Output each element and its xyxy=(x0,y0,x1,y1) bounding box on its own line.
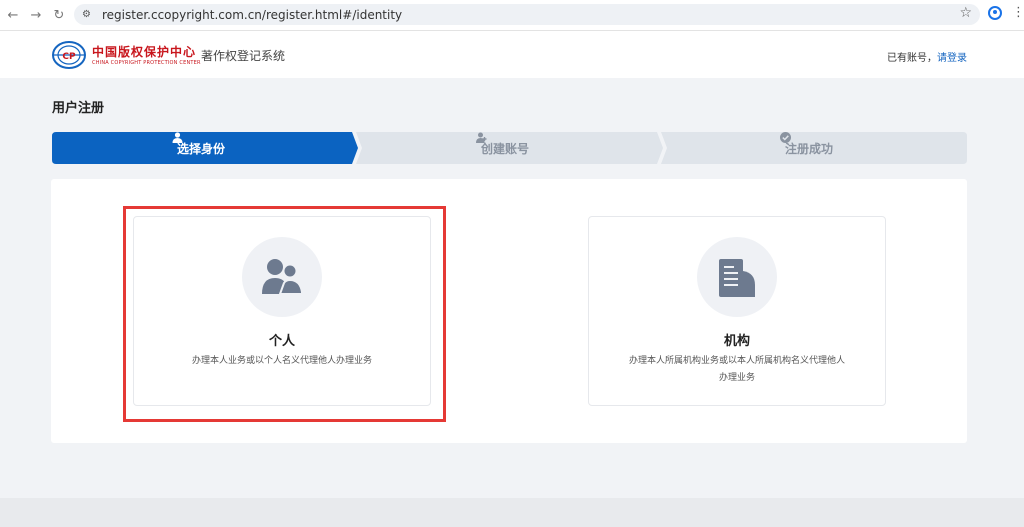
card-organization[interactable]: 机构 办理本人所属机构业务或以本人所属机构名义代理他人 办理业务 xyxy=(588,216,886,406)
footer-band xyxy=(0,498,1024,527)
card-description: 办理本人所属机构业务或以本人所属机构名义代理他人 办理业务 xyxy=(609,353,865,387)
has-account-text: 已有账号， xyxy=(887,53,937,64)
card-description-line: 办理业务 xyxy=(718,373,755,383)
back-icon[interactable]: ← xyxy=(3,5,23,25)
site-info-icon[interactable]: ⚙ xyxy=(82,9,94,20)
step-label: 创建账号 xyxy=(481,141,530,156)
logo-emblem-icon[interactable]: CP xyxy=(51,40,87,70)
step-register-success: 注册成功 xyxy=(780,132,833,164)
svg-text:CP: CP xyxy=(62,52,76,62)
logo-english-name: CHINA COPYRIGHT PROTECTION CENTER xyxy=(92,60,201,66)
login-area: 已有账号，请登录 xyxy=(887,49,967,64)
browser-toolbar: ← → ↻ ⚙ register.ccopyright.com.cn/regis… xyxy=(0,0,1024,31)
card-description-line: 办理本人所属机构业务或以本人所属机构名义代理他人 xyxy=(628,356,845,366)
more-menu-icon[interactable]: ⋮ xyxy=(1012,6,1024,20)
address-bar[interactable]: ⚙ register.ccopyright.com.cn/register.ht… xyxy=(74,4,980,25)
organization-icon-circle xyxy=(697,237,777,317)
selection-highlight-box xyxy=(123,206,446,422)
card-title: 机构 xyxy=(723,334,750,349)
document-icon xyxy=(719,259,755,297)
reload-icon[interactable]: ↻ xyxy=(49,5,69,25)
step-select-identity[interactable]: 选择身份 xyxy=(172,132,225,164)
step-create-account: 创建账号 xyxy=(476,132,529,164)
site-header: CP 中国版权保护中心 CHINA COPYRIGHT PROTECTION C… xyxy=(0,31,1024,78)
forward-icon[interactable]: → xyxy=(26,5,46,25)
step-label: 选择身份 xyxy=(177,141,226,156)
page-title: 用户注册 xyxy=(52,101,105,116)
logo-chinese-name[interactable]: 中国版权保护中心 xyxy=(92,43,196,60)
system-name: 著作权登记系统 xyxy=(201,49,286,63)
url-text[interactable]: register.ccopyright.com.cn/register.html… xyxy=(102,8,402,22)
bookmark-star-icon[interactable]: ☆ xyxy=(959,5,972,21)
login-link[interactable]: 请登录 xyxy=(937,53,967,64)
profile-icon[interactable] xyxy=(988,6,1002,20)
step-label: 注册成功 xyxy=(785,141,834,156)
registration-steps: 选择身份 创建账号 注册成功 xyxy=(52,132,967,164)
